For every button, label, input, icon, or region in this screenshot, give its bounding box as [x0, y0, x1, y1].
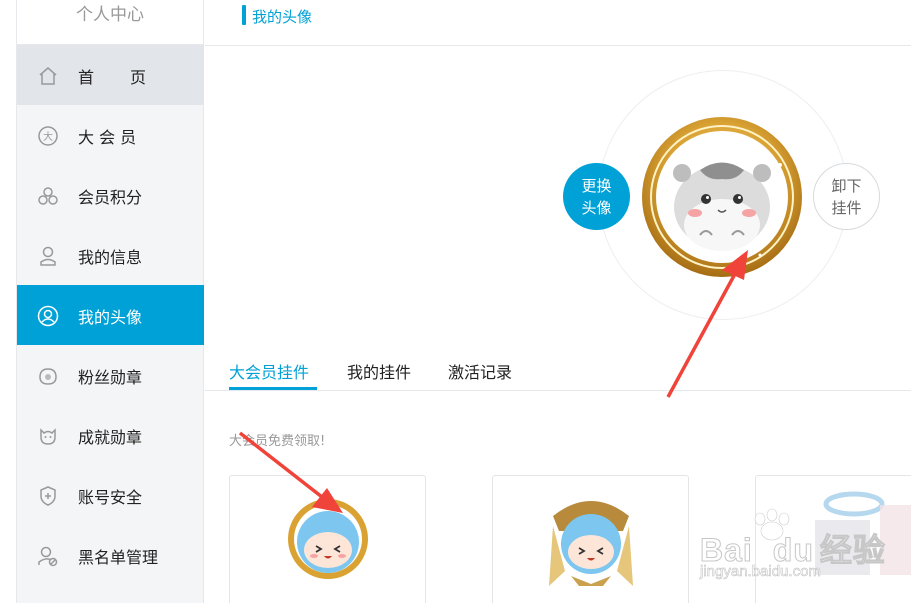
sidebar-item-info[interactable]: 我的信息	[17, 225, 204, 285]
sidebar-item-points[interactable]: 会员积分	[17, 165, 204, 225]
pendant-card[interactable]	[229, 475, 426, 603]
sidebar-item-label: 大 会 员	[78, 128, 137, 147]
sidebar-item-label: 黑名单管理	[78, 548, 159, 567]
active-tab-underline	[229, 387, 317, 390]
free-claim-hint: 大会员免费领取!	[229, 434, 326, 449]
sidebar-item-label: 账号安全	[78, 488, 143, 507]
watermark-url: jingyan.baidu.com	[700, 563, 821, 581]
avatar-icon	[37, 305, 59, 327]
vip-badge-icon: 大	[37, 125, 59, 147]
blacklist-icon	[37, 545, 59, 567]
pendant-card[interactable]	[492, 475, 689, 603]
sidebar-title: 个人中心	[17, 0, 203, 45]
tab-activation-records[interactable]: 激活记录	[448, 359, 512, 383]
sidebar: 个人中心 首 页 大 大 会 员 会员积分 我的信息 我的头像 粉丝勋章 成就勋…	[16, 0, 204, 603]
achievement-icon	[37, 425, 59, 447]
avatar-with-pendant[interactable]	[640, 115, 805, 280]
change-avatar-label-line1: 更换	[581, 176, 612, 195]
pendant-preview-image	[288, 499, 368, 579]
sidebar-item-home[interactable]: 首 页	[17, 45, 204, 105]
sidebar-item-avatar[interactable]: 我的头像	[17, 285, 204, 345]
sidebar-item-vip[interactable]: 大 大 会 员	[17, 105, 204, 165]
page-title: 我的头像	[252, 8, 313, 26]
sidebar-item-label: 粉丝勋章	[78, 368, 143, 387]
sidebar-item-label: 成就勋章	[78, 428, 143, 447]
sidebar-item-label: 页	[130, 68, 147, 87]
tab-vip-pendants[interactable]: 大会员挂件	[229, 359, 309, 383]
page-header: 我的头像	[205, 0, 911, 46]
pendant-preview-image	[549, 501, 633, 586]
watermark-cn: 经验	[819, 531, 886, 570]
sidebar-item-blacklist[interactable]: 黑名单管理	[17, 525, 204, 585]
title-accent-bar	[242, 5, 246, 25]
points-icon	[37, 185, 59, 207]
fan-medal-icon	[37, 365, 59, 387]
svg-text:大: 大	[43, 130, 53, 143]
pendant-tabs: 大会员挂件 我的挂件 激活记录	[205, 353, 911, 391]
sidebar-item-label: 我的信息	[78, 248, 143, 267]
sidebar-item-label: 我的头像	[78, 308, 143, 327]
remove-pendant-button[interactable]: 卸下 挂件	[813, 163, 880, 230]
change-avatar-button[interactable]: 更换 头像	[563, 163, 630, 230]
sidebar-item-achievement[interactable]: 成就勋章	[17, 405, 204, 465]
change-avatar-label-line2: 头像	[581, 198, 612, 217]
remove-pendant-label-line1: 卸下	[831, 176, 862, 195]
baidu-jingyan-watermark: Bai du 经验 jingyan.baidu.com	[700, 505, 911, 599]
sidebar-item-security[interactable]: 账号安全	[17, 465, 204, 525]
shield-icon	[37, 485, 59, 507]
remove-pendant-label-line2: 挂件	[831, 198, 862, 217]
tab-my-pendants[interactable]: 我的挂件	[347, 359, 411, 383]
sidebar-item-label: 会员积分	[78, 188, 143, 207]
user-icon	[37, 245, 59, 267]
sidebar-item-label: 首	[78, 68, 95, 87]
home-icon	[37, 65, 59, 87]
sidebar-item-fan-medal[interactable]: 粉丝勋章	[17, 345, 204, 405]
